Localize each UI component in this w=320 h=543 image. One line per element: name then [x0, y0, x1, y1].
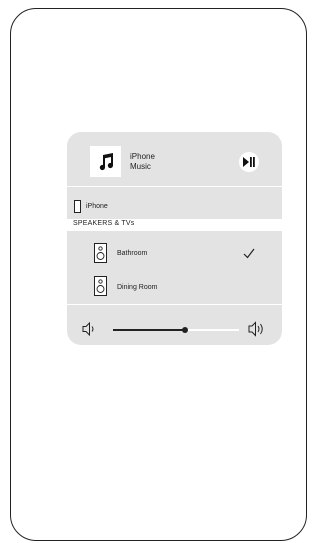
volume-high-icon [248, 321, 263, 337]
output-iphone-label: iPhone [86, 203, 108, 210]
now-playing-device: iPhone [130, 152, 155, 161]
volume-low-icon [82, 322, 94, 336]
volume-slider[interactable] [113, 327, 239, 333]
phone-frame: iPhone Music iPhone SPEAKERS & TVs Bathr… [10, 8, 307, 541]
speaker-label: Bathroom [117, 250, 148, 257]
iphone-icon [74, 200, 81, 213]
speaker-label: Dining Room [117, 284, 158, 291]
speaker-icon [94, 243, 107, 263]
play-pause-button[interactable] [239, 152, 259, 172]
speaker-item-dining-room[interactable]: Dining Room [67, 273, 282, 315]
airplay-card: iPhone Music iPhone SPEAKERS & TVs Bathr… [67, 132, 282, 345]
now-playing-text: iPhone Music [130, 152, 155, 172]
speaker-item-bathroom[interactable]: Bathroom [67, 231, 282, 273]
speakers-section-header: SPEAKERS & TVs [67, 219, 282, 231]
output-iphone[interactable]: iPhone [67, 187, 282, 219]
speakers-section-title: SPEAKERS & TVs [73, 220, 135, 227]
music-note-icon [90, 146, 121, 177]
play-pause-icon [243, 157, 255, 167]
checkmark-icon [243, 248, 255, 259]
now-playing-app: Music [130, 162, 151, 171]
volume-slider-thumb[interactable] [181, 327, 188, 333]
now-playing-header: iPhone Music [67, 132, 282, 177]
divider [67, 304, 282, 305]
speaker-icon [94, 276, 107, 296]
volume-control [67, 315, 282, 345]
volume-slider-fill [113, 329, 185, 331]
